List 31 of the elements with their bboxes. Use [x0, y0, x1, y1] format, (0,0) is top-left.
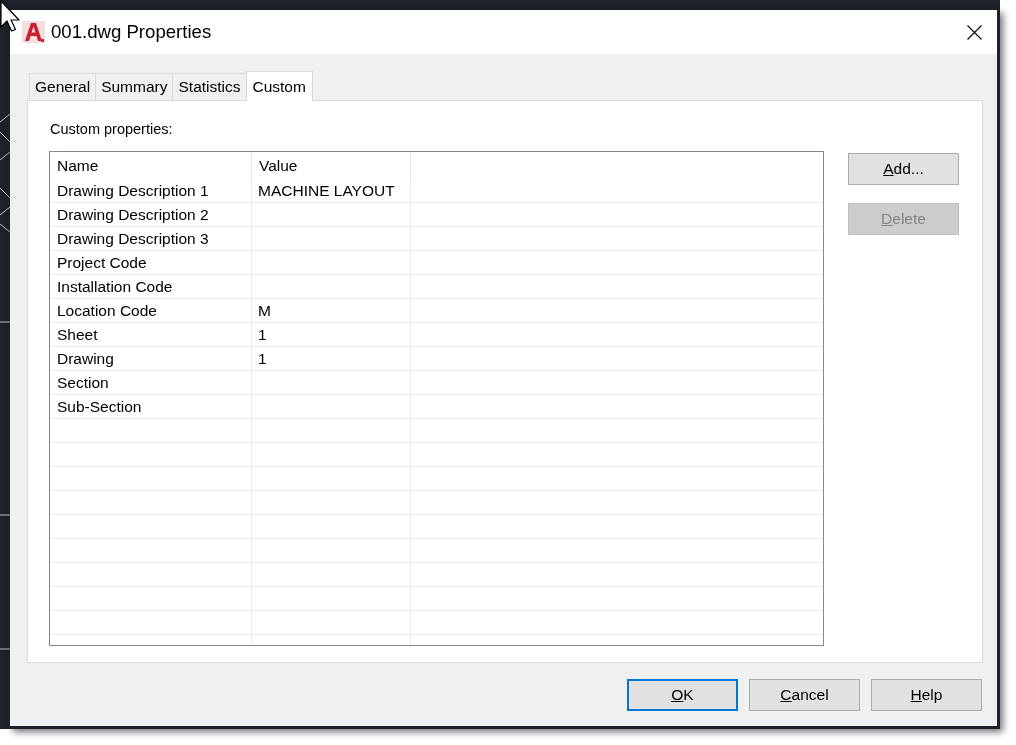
dialog-button[interactable]: Add... [848, 153, 959, 185]
property-name[interactable]: Sub-Section [50, 398, 142, 416]
close-button[interactable] [967, 24, 982, 40]
dialog-button[interactable]: OK [627, 679, 738, 711]
property-value[interactable]: 1 [252, 350, 267, 368]
property-name[interactable]: Installation Code [50, 278, 173, 296]
dialog-button[interactable]: Cancel [749, 679, 860, 711]
section-label: Custom properties: [50, 121, 173, 137]
column-header[interactable]: Name [50, 152, 252, 179]
property-name[interactable]: Drawing [50, 350, 114, 368]
dialog-button[interactable]: Help [871, 679, 982, 711]
tab[interactable]: Summary [95, 73, 173, 100]
property-name[interactable]: Sheet [50, 326, 98, 344]
property-name[interactable]: Location Code [50, 302, 157, 320]
window-title: 001.dwg Properties [51, 21, 213, 43]
property-name[interactable]: Section [50, 374, 109, 392]
tab[interactable]: Custom [245, 71, 313, 101]
app-logo-icon [22, 21, 45, 43]
property-value[interactable]: M [252, 302, 271, 320]
property-name[interactable]: Project Code [50, 254, 147, 272]
close-icon [967, 24, 982, 40]
dialog-button: Delete [848, 203, 959, 235]
tab[interactable]: Statistics [172, 73, 246, 100]
property-name[interactable]: Drawing Description 3 [50, 230, 209, 248]
property-value[interactable]: 1 [252, 326, 267, 344]
column-header[interactable]: Value [252, 152, 411, 179]
property-name[interactable]: Drawing Description 1 [50, 182, 209, 200]
tab[interactable]: General [29, 73, 96, 100]
properties-list[interactable]: Name Value Drawing Description 1 MACHINE LAYOUT Drawing Description 2 Drawing Description 3 Project Code Installation Code Location Code M Sheet 1 Drawing 1 Section Sub-Section [49, 151, 824, 646]
property-value[interactable]: MACHINE LAYOUT [252, 182, 395, 200]
property-name[interactable]: Drawing Description 2 [50, 206, 209, 224]
